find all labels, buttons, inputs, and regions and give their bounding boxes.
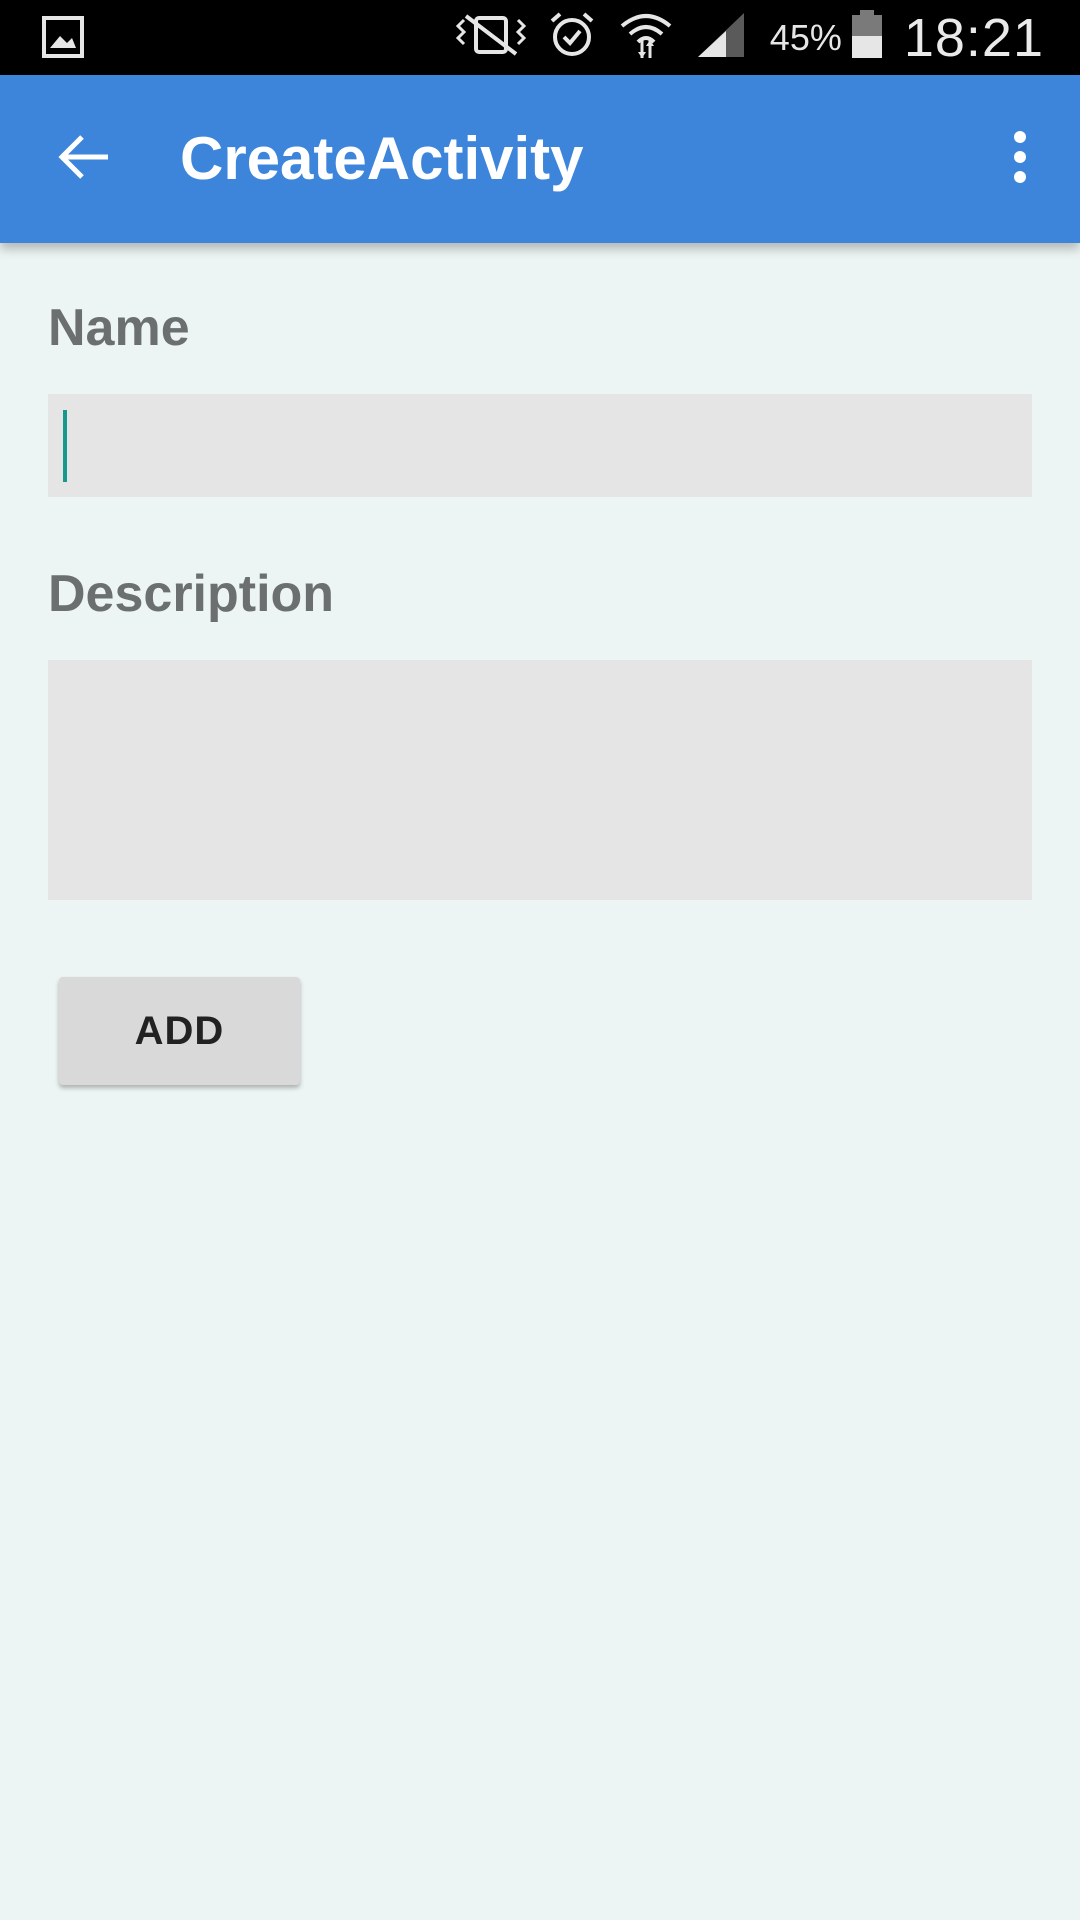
vibrate-icon [455, 12, 526, 63]
page-title: CreateActivity [180, 125, 584, 192]
gallery-icon [42, 16, 84, 58]
overflow-menu-button[interactable] [990, 117, 1050, 201]
back-button[interactable] [42, 117, 126, 201]
clock: 18:21 [903, 7, 1044, 68]
signal-icon [696, 11, 746, 64]
app-bar: CreateActivity [0, 75, 1080, 243]
battery-icon [850, 10, 884, 65]
wifi-icon [618, 10, 674, 65]
battery-percent: 45% [769, 16, 842, 58]
arrow-back-icon [58, 133, 110, 186]
status-icons: 45% 18:21 [434, 0, 1044, 75]
name-field[interactable] [48, 394, 1032, 497]
status-bar: 45% 18:21 [0, 0, 1080, 75]
add-button[interactable]: ADD [59, 977, 300, 1085]
description-field[interactable] [48, 660, 1032, 900]
name-label: Name [48, 299, 190, 357]
text-cursor [63, 410, 67, 482]
more-vert-icon [1012, 130, 1028, 188]
description-label: Description [48, 565, 335, 623]
alarm-icon [548, 11, 596, 64]
